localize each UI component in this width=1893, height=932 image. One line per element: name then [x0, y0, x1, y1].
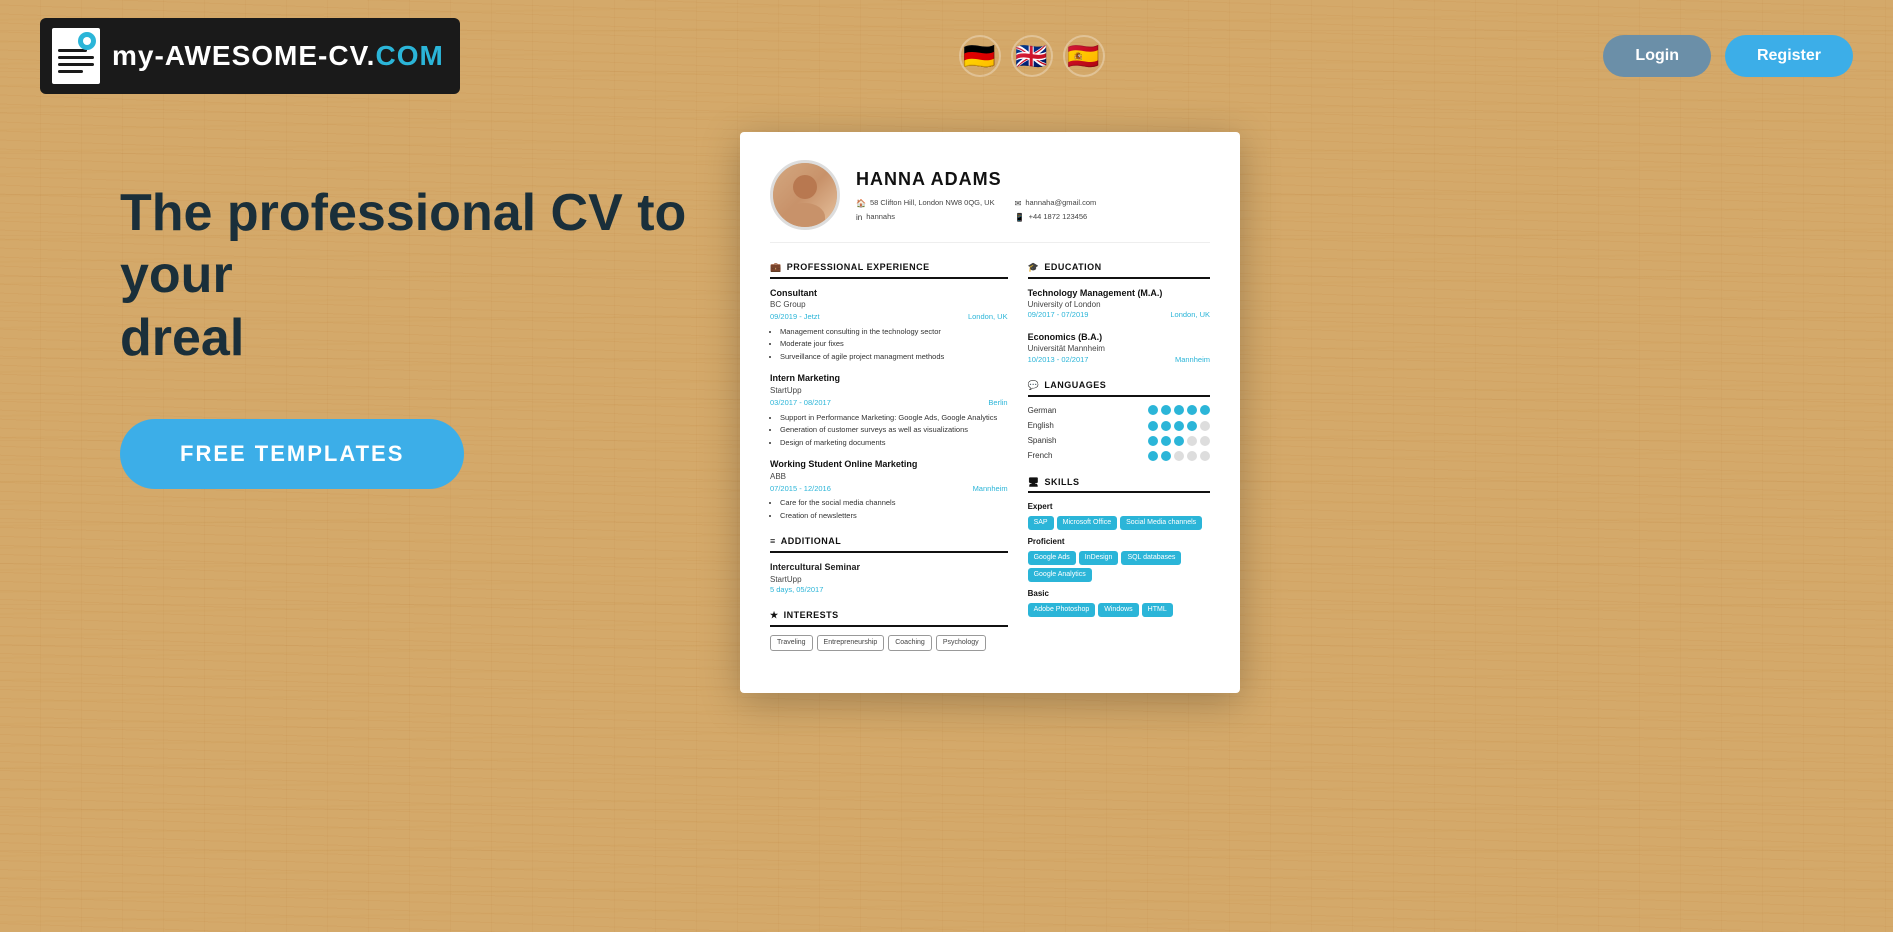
- home-icon: 🏠: [856, 198, 866, 209]
- cv-job-3: Working Student Online Marketing ABB 07/…: [770, 458, 1008, 521]
- logo-icon: [50, 26, 102, 86]
- cv-interests-title: ★ INTERESTS: [770, 609, 1008, 627]
- login-button[interactable]: Login: [1603, 35, 1711, 77]
- briefcase-icon: 💼: [770, 261, 782, 274]
- skills-icon: 🖥: [1028, 476, 1040, 489]
- cv-lang-spanish: Spanish: [1028, 435, 1210, 446]
- cv-name-block: HANNA ADAMS 🏠 58 Clifton Hill, London NW…: [856, 167, 1096, 224]
- cv-languages-section: 💬 LANGUAGES German English: [1028, 379, 1210, 461]
- hero-section: The professional CV to your dreal FREE T…: [0, 112, 1893, 693]
- cv-experience-section: 💼 PROFESSIONAL EXPERIENCE Consultant BC …: [770, 261, 1008, 521]
- lang-spanish[interactable]: 🇪🇸: [1063, 35, 1105, 77]
- cv-skills-section: 🖥 SKILLS Expert SAP Microsoft Office Soc…: [1028, 476, 1210, 617]
- cv-additional-title: ≡ ADDITIONAL: [770, 535, 1008, 553]
- cv-job-1-bullets: Management consulting in the technology …: [770, 327, 1008, 363]
- cv-job-2: Intern Marketing StartUpp 03/2017 - 08/2…: [770, 372, 1008, 448]
- header: my-AWESOME-CV.COM 🇩🇪 🇬🇧 🇪🇸 Login Registe…: [0, 0, 1893, 112]
- menu-icon: ≡: [770, 535, 776, 548]
- cv-edu-2: Economics (B.A.) Universität Mannheim 10…: [1028, 331, 1210, 365]
- free-templates-button[interactable]: FREE TEMPLATES: [120, 419, 464, 489]
- cv-education-title: 🎓 EDUCATION: [1028, 261, 1210, 279]
- cv-job-2-bullets: Support in Performance Marketing: Google…: [770, 413, 1008, 449]
- cv-additional-item-1: Intercultural Seminar StartUpp 5 days, 0…: [770, 561, 1008, 595]
- logo[interactable]: my-AWESOME-CV.COM: [40, 18, 460, 94]
- cv-skills-expert: SAP Microsoft Office Social Media channe…: [1028, 516, 1210, 530]
- cv-photo: [770, 160, 840, 230]
- logo-text: my-AWESOME-CV.COM: [112, 40, 444, 72]
- phone-icon: 📱: [1015, 212, 1025, 223]
- star-icon: ★: [770, 609, 779, 622]
- lang-english[interactable]: 🇬🇧: [1011, 35, 1053, 77]
- hero-title: The professional CV to your dreal: [120, 182, 700, 369]
- cv-name: HANNA ADAMS: [856, 167, 1096, 192]
- cv-lang-french: French: [1028, 450, 1210, 461]
- cv-additional-section: ≡ ADDITIONAL Intercultural Seminar Start…: [770, 535, 1008, 595]
- lang-german[interactable]: 🇩🇪: [959, 35, 1001, 77]
- cv-interest-tags: Traveling Entrepreneurship Coaching Psyc…: [770, 635, 1008, 651]
- cv-contact: 🏠 58 Clifton Hill, London NW8 0QG, UK in…: [856, 198, 1096, 223]
- language-selector: 🇩🇪 🇬🇧 🇪🇸: [959, 35, 1105, 77]
- cv-languages-title: 💬 LANGUAGES: [1028, 379, 1210, 397]
- cv-skills-title: 🖥 SKILLS: [1028, 476, 1210, 494]
- register-button[interactable]: Register: [1725, 35, 1853, 77]
- cv-header: HANNA ADAMS 🏠 58 Clifton Hill, London NW…: [770, 160, 1210, 243]
- cv-lang-german: German: [1028, 405, 1210, 416]
- cv-education-section: 🎓 EDUCATION Technology Management (M.A.)…: [1028, 261, 1210, 365]
- cv-lang-english: English: [1028, 420, 1210, 431]
- linkedin-icon: in: [856, 212, 862, 223]
- cv-body: 💼 PROFESSIONAL EXPERIENCE Consultant BC …: [770, 261, 1210, 665]
- hero-left: The professional CV to your dreal FREE T…: [120, 142, 700, 489]
- speech-icon: 💬: [1028, 379, 1040, 392]
- cv-experience-title: 💼 PROFESSIONAL EXPERIENCE: [770, 261, 1008, 279]
- graduation-icon: 🎓: [1028, 261, 1040, 274]
- cv-right-column: 🎓 EDUCATION Technology Management (M.A.)…: [1028, 261, 1210, 665]
- cv-skills-proficient: Google Ads InDesign SQL databases Google…: [1028, 551, 1210, 582]
- cv-left-column: 💼 PROFESSIONAL EXPERIENCE Consultant BC …: [770, 261, 1008, 665]
- cv-interests-section: ★ INTERESTS Traveling Entrepreneurship C…: [770, 609, 1008, 650]
- cv-preview: HANNA ADAMS 🏠 58 Clifton Hill, London NW…: [740, 132, 1240, 693]
- email-icon: ✉: [1015, 198, 1022, 209]
- header-buttons: Login Register: [1603, 35, 1853, 77]
- cv-edu-1: Technology Management (M.A.) University …: [1028, 287, 1210, 321]
- cv-job-3-bullets: Care for the social media channels Creat…: [770, 498, 1008, 521]
- cv-skills-basic: Adobe Photoshop Windows HTML: [1028, 603, 1210, 617]
- cv-job-1: Consultant BC Group 09/2019 - Jetzt Lond…: [770, 287, 1008, 363]
